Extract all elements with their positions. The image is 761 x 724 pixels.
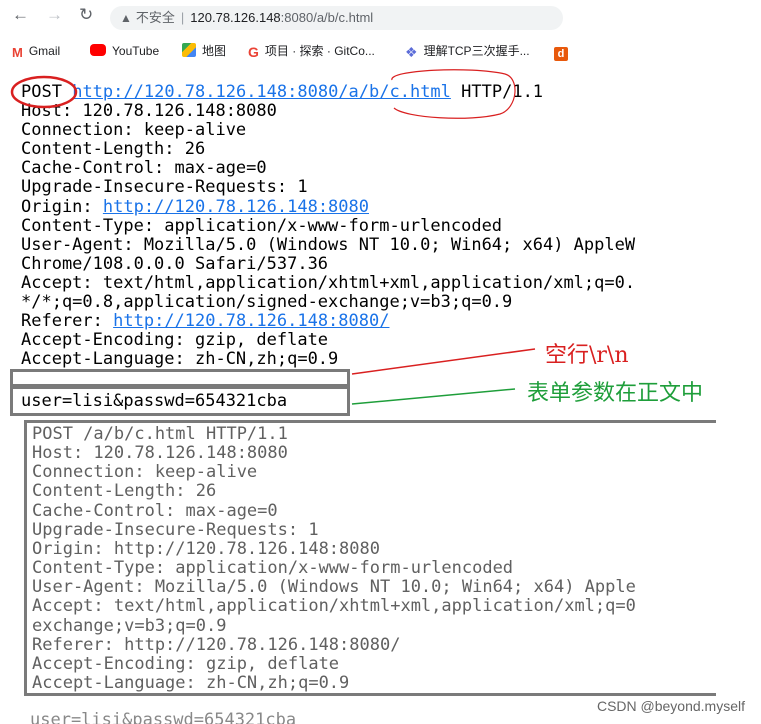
address-bar[interactable]: ▲ 不安全 | 120.78.126.148:8080/a/b/c.html	[110, 6, 563, 30]
header-content-type: Content-Type: application/x-www-form-url…	[21, 215, 503, 236]
address-host: 120.78.126.148	[190, 10, 281, 25]
raw-line: Content-Type: application/x-www-form-url…	[32, 558, 514, 579]
bookmark-gmail[interactable]: M Gmail	[12, 42, 60, 60]
bookmark-maps[interactable]: 地图	[182, 42, 226, 60]
blank-line-box	[10, 369, 350, 387]
raw-line: POST /a/b/c.html HTTP/1.1	[32, 424, 288, 444]
blank-line-annotation: 空行\r\n	[545, 343, 629, 368]
raw-line: Referer: http://120.78.126.148:8080/	[32, 634, 401, 655]
raw-request-box: POST /a/b/c.html HTTP/1.1 Host: 120.78.1…	[24, 420, 716, 696]
header-user-agent: User-Agent: Mozilla/5.0 (Windows NT 10.0…	[21, 234, 636, 255]
header-upgrade: Upgrade-Insecure-Requests: 1	[21, 177, 308, 198]
header-accept-language: Accept-Language: zh-CN,zh;q=0.9	[21, 349, 339, 370]
bookmark-label: 理解TCP三次握手...	[423, 44, 530, 58]
raw-line: Cache-Control: max-age=0	[32, 500, 278, 521]
form-body: user=lisi&passwd=654321cba	[21, 391, 288, 411]
referer-url-link[interactable]: http://120.78.126.148:8080/	[113, 311, 389, 331]
address-separator: |	[180, 10, 185, 25]
gmail-icon: M	[12, 45, 23, 60]
raw-line: Accept: text/html,application/xhtml+xml,…	[32, 596, 636, 617]
bookmark-label: 项目 · 探索 · GitCo...	[264, 44, 375, 58]
bookmark-youtube[interactable]: YouTube	[90, 42, 159, 60]
cut-off-line: user=lisi&passwd=654321cba	[24, 700, 354, 724]
cut-off-text: user=lisi&passwd=654321cba	[30, 710, 297, 724]
raw-line: Upgrade-Insecure-Requests: 1	[32, 519, 319, 540]
forward-arrow-icon[interactable]: →	[46, 5, 63, 25]
address-path: :8080/a/b/c.html	[280, 10, 374, 25]
browser-toolbar: ← → ↻ ▲ 不安全 | 120.78.126.148:8080/a/b/c.htm…	[0, 0, 761, 34]
header-user-agent-cont: Chrome/108.0.0.0 Safari/537.36	[21, 253, 329, 274]
request-url-link[interactable]: http://120.78.126.148:8080/a/b/c.html	[72, 82, 451, 102]
maps-icon	[182, 43, 196, 57]
bookmarks-bar: M Gmail YouTube 地图 G 项目 · 探索 · GitCo... ❖ 理…	[0, 38, 761, 64]
header-referer-label: Referer:	[21, 311, 114, 332]
insecure-label: 不安全	[135, 10, 175, 25]
bookmark-label: Gmail	[28, 44, 61, 58]
bookmark-d-icon: d	[554, 47, 568, 61]
youtube-icon	[90, 44, 106, 56]
header-connection: Connection: keep-alive	[21, 120, 247, 141]
bookmark-extra[interactable]: d	[554, 42, 574, 61]
raw-line: Origin: http://120.78.126.148:8080	[32, 538, 380, 559]
bookmark-diamond-icon: ❖	[405, 44, 418, 60]
form-params-annotation: 表单参数在正文中	[527, 381, 704, 406]
back-arrow-icon[interactable]: ←	[12, 5, 29, 25]
bookmark-label: YouTube	[112, 44, 160, 58]
header-cache-control: Cache-Control: max-age=0	[21, 158, 267, 179]
bookmark-label: 地图	[202, 44, 227, 58]
raw-line: Connection: keep-alive	[32, 462, 258, 483]
http-request-text: POST http://120.78.126.148:8080/a/b/c.ht…	[21, 82, 636, 370]
header-host: Host: 120.78.126.148:8080	[21, 101, 277, 122]
origin-url-link[interactable]: http://120.78.126.148:8080	[103, 197, 369, 217]
warning-triangle-icon: ▲	[120, 11, 132, 25]
raw-line: exchange;v=b3;q=0.9	[32, 615, 227, 636]
raw-line: Accept-Encoding: gzip, deflate	[32, 653, 340, 674]
bookmark-tcp[interactable]: ❖ 理解TCP三次握手...	[405, 42, 530, 60]
header-origin-label: Origin:	[21, 196, 103, 217]
raw-request-text: POST /a/b/c.html HTTP/1.1 Host: 120.78.1…	[32, 424, 636, 694]
form-params-arrow	[351, 388, 516, 405]
reload-icon[interactable]: ↻	[79, 5, 93, 25]
header-accept-cont: */*;q=0.8,application/signed-exchange;v=…	[21, 292, 513, 313]
request-version: HTTP/1.1	[461, 82, 544, 102]
raw-line: Accept-Language: zh-CN,zh;q=0.9	[32, 673, 350, 694]
header-accept: Accept: text/html,application/xhtml+xml,…	[21, 272, 636, 293]
request-method: POST	[21, 82, 62, 102]
raw-line: Host: 120.78.126.148:8080	[32, 443, 288, 464]
raw-line: Content-Length: 26	[32, 481, 217, 502]
watermark: CSDN @beyond.myself	[596, 698, 745, 714]
bookmark-gitcode[interactable]: G 项目 · 探索 · GitCo...	[248, 42, 375, 60]
raw-line: User-Agent: Mozilla/5.0 (Windows NT 10.0…	[32, 577, 636, 598]
google-icon: G	[248, 44, 259, 60]
header-accept-encoding: Accept-Encoding: gzip, deflate	[21, 330, 329, 351]
header-content-length: Content-Length: 26	[21, 139, 206, 160]
